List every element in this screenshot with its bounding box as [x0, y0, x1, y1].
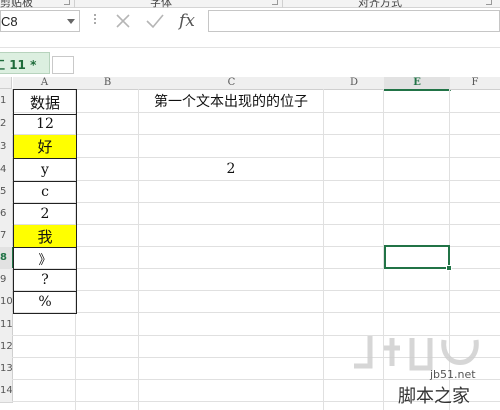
column-header-D[interactable]: D [324, 77, 385, 90]
fill-handle[interactable] [446, 265, 452, 271]
row-header-11[interactable]: 11 [0, 313, 13, 337]
watermark-name: 脚本之家 [398, 386, 470, 407]
cell-A2[interactable]: 12 [13, 113, 77, 136]
close-icon [116, 14, 130, 28]
name-box-value: C8 [1, 14, 18, 29]
row-header-3[interactable]: 3 [0, 135, 13, 159]
name-box[interactable]: C8 [0, 10, 80, 32]
gridline-horizontal [12, 224, 500, 225]
row-header-14[interactable]: 14 [0, 380, 13, 403]
cell-A6[interactable]: 2 [13, 203, 77, 226]
row-header-8[interactable]: 8 [0, 247, 14, 270]
gridline-vertical [138, 89, 139, 410]
sheet-tab-label: 工 11 * [0, 56, 37, 73]
cell-A3[interactable]: 好 [13, 135, 77, 159]
gridline-horizontal [12, 112, 500, 113]
alignment-launcher-icon[interactable] [486, 0, 492, 5]
gridline-horizontal [12, 134, 500, 135]
column-header-E[interactable]: E [384, 77, 451, 91]
cancel-button[interactable] [108, 10, 138, 32]
sheet-tab-bar [0, 48, 500, 76]
row-header-7[interactable]: 7 [0, 225, 13, 248]
enter-button[interactable] [140, 10, 170, 32]
cell-C4[interactable]: 2 [139, 158, 323, 180]
clipboard-launcher-icon[interactable] [64, 0, 70, 5]
row-header-6[interactable]: 6 [0, 203, 13, 226]
row-header-10[interactable]: 10 [0, 291, 13, 314]
column-header-B[interactable]: B [76, 77, 140, 90]
insert-function-button[interactable]: fx [172, 10, 202, 32]
cell-A9[interactable]: ? [13, 269, 77, 292]
cell-A5[interactable]: c [13, 181, 77, 204]
row-header-13[interactable]: 13 [0, 358, 13, 381]
ribbon-separator [282, 0, 283, 8]
gridline-horizontal [12, 312, 500, 313]
sheet-tab-new[interactable] [52, 56, 74, 74]
formula-bar-grip[interactable] [94, 18, 96, 20]
chevron-down-icon[interactable] [67, 19, 75, 24]
sheet-tab-prefix: 工 [0, 58, 5, 72]
cell-A8[interactable]: 》 [13, 247, 77, 270]
sheet-tab-name: 11 * [9, 58, 37, 72]
gridline-horizontal [12, 180, 500, 181]
gridline-horizontal [12, 202, 500, 203]
row-header-4[interactable]: 4 [0, 158, 13, 182]
cell-A7[interactable]: 我 [13, 225, 77, 248]
row-header-9[interactable]: 9 [0, 269, 13, 292]
ribbon-separator [74, 0, 75, 8]
row-header-1[interactable]: 1 [0, 89, 13, 114]
sheet-tab-active[interactable]: 工 11 * [0, 52, 50, 74]
row-header-5[interactable]: 5 [0, 181, 13, 204]
watermark-url: jb51.net [430, 368, 476, 381]
watermark: jb51.net 脚本之家 [340, 330, 500, 410]
font-launcher-icon[interactable] [272, 0, 278, 5]
active-cell-selection[interactable] [384, 245, 450, 269]
cell-C1[interactable]: 第一个文本出现的的位子 [139, 89, 323, 112]
row-header-12[interactable]: 12 [0, 336, 13, 359]
select-all-corner[interactable] [0, 77, 12, 89]
gridline-vertical [323, 89, 324, 410]
column-header-F[interactable]: F [450, 77, 500, 90]
cell-A4[interactable]: y [13, 158, 77, 182]
ribbon-strip: 剪贴板 字体 对齐方式 [0, 0, 500, 9]
row-header-2[interactable]: 2 [0, 113, 13, 136]
formula-input[interactable] [208, 10, 500, 32]
cell-A1[interactable]: 数据 [13, 89, 77, 115]
check-icon [146, 14, 164, 29]
formula-buttons: fx [104, 10, 206, 32]
gridline-horizontal [12, 290, 500, 291]
cell-A10[interactable]: % [13, 291, 77, 314]
